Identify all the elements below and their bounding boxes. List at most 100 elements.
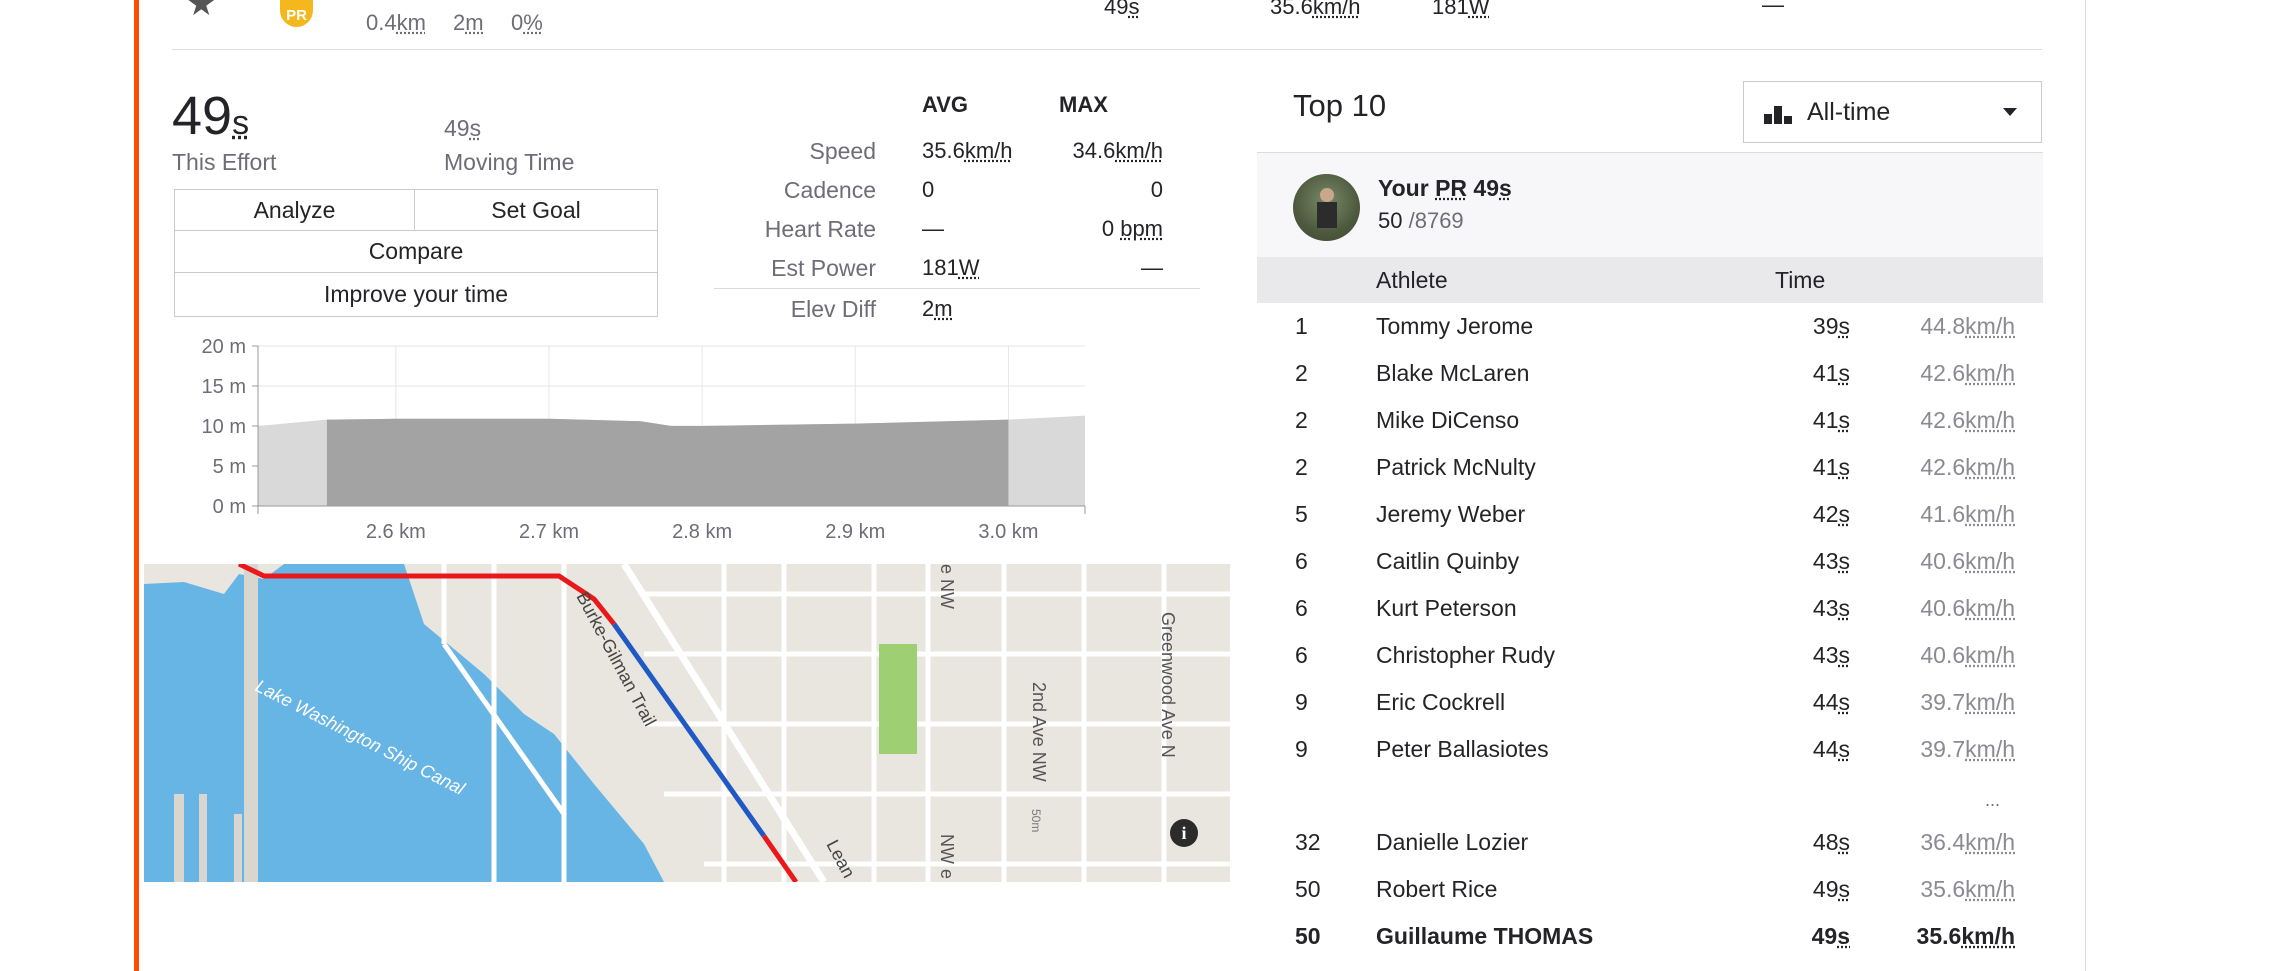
- bar-chart-icon: [1764, 102, 1800, 124]
- rank: 6: [1295, 642, 1308, 668]
- route-line-end: [761, 834, 799, 882]
- map-label-trail: Burke-Gilman Trail: [572, 588, 660, 729]
- heart-rate-avg: —: [922, 216, 944, 241]
- athlete-name[interactable]: Kurt Peterson: [1376, 585, 1517, 632]
- leaderboard-row[interactable]: 5 Jeremy Weber 42s 41.6km/h: [1257, 491, 2043, 538]
- athlete-name[interactable]: Christopher Rudy: [1376, 632, 1555, 679]
- athlete-name[interactable]: Peter Ballasiotes: [1376, 726, 1549, 773]
- improve-time-button[interactable]: Improve your time: [174, 272, 658, 317]
- athlete-time: 44s: [1812, 736, 1850, 762]
- athlete-name[interactable]: Caitlin Quinby: [1376, 538, 1519, 585]
- leaderboard-row[interactable]: 6 Christopher Rudy 43s 40.6km/h: [1257, 632, 2043, 679]
- athlete-time: 42s: [1812, 501, 1850, 527]
- leaderboard-row[interactable]: 2 Blake McLaren 41s 42.6km/h: [1257, 350, 2043, 397]
- leaderboard-row[interactable]: 6 Kurt Peterson 43s 40.6km/h: [1257, 585, 2043, 632]
- segment-grade: 0%: [511, 10, 543, 35]
- athlete-time: 43s: [1812, 642, 1850, 668]
- map-label-2nd-ave: 2nd Ave NW: [1029, 682, 1049, 782]
- max-header: MAX: [1059, 92, 1108, 117]
- analyze-button[interactable]: Analyze: [174, 189, 415, 231]
- athlete-name[interactable]: Patrick McNulty: [1376, 444, 1536, 491]
- pr-badge: PR: [280, 0, 313, 27]
- cadence-avg: 0: [922, 177, 935, 202]
- leaderboard-row[interactable]: 6 Caitlin Quinby 43s 40.6km/h: [1257, 538, 2043, 585]
- leaderboard-row[interactable]: 9 Peter Ballasiotes 44s 39.7km/h: [1257, 726, 2043, 773]
- y-tick-label: 20 m: [202, 336, 246, 358]
- x-tick-label: 2.6 km: [366, 521, 426, 543]
- top-time: 49s: [1104, 0, 1140, 19]
- athlete-name[interactable]: Eric Cockrell: [1376, 679, 1505, 726]
- athlete-speed: 40.6km/h: [1920, 595, 2015, 621]
- x-tick-label: 2.8 km: [672, 521, 732, 543]
- map-label-small: 50m: [1029, 809, 1043, 832]
- star-icon[interactable]: ★: [186, 0, 216, 24]
- rank: 9: [1295, 689, 1308, 715]
- athlete-name[interactable]: Tommy Jerome: [1376, 303, 1533, 350]
- y-tick-label: 0 m: [213, 496, 246, 518]
- est-power-label: Est Power: [771, 255, 876, 281]
- time-header[interactable]: Time: [1775, 267, 1825, 294]
- elev-diff-value: 2m: [922, 296, 953, 321]
- y-tick-label: 5 m: [213, 456, 246, 478]
- athlete-time: 41s: [1812, 360, 1850, 386]
- athlete-speed: 42.6km/h: [1920, 454, 2015, 480]
- athlete-speed: 44.8km/h: [1920, 313, 2015, 339]
- avatar[interactable]: [1293, 174, 1360, 241]
- map-label-ave: e NW: [937, 564, 957, 609]
- leaderboard-ellipsis: ...: [1985, 790, 2001, 810]
- athlete-time: 41s: [1812, 407, 1850, 433]
- info-icon[interactable]: i: [1170, 819, 1198, 847]
- leaderboard-row[interactable]: 50 Robert Rice 49s 35.6km/h: [1257, 866, 2043, 913]
- segment-map[interactable]: Lake Washington Ship Canal Burke-Gilman …: [144, 564, 1230, 882]
- leaderboard-row[interactable]: 1 Tommy Jerome 39s 44.8km/h: [1257, 303, 2043, 350]
- leaderboard-row[interactable]: 2 Patrick McNulty 41s 42.6km/h: [1257, 444, 2043, 491]
- rank: 2: [1295, 454, 1308, 480]
- athlete-time: 43s: [1812, 595, 1850, 621]
- rank: 2: [1295, 360, 1308, 386]
- athlete-time: 44s: [1812, 689, 1850, 715]
- segment-elevation: 2m: [453, 10, 484, 35]
- elev-diff-label: Elev Diff: [790, 296, 876, 322]
- x-tick-label: 2.7 km: [519, 521, 579, 543]
- cadence-max: 0: [1150, 177, 1163, 202]
- athlete-name[interactable]: Mike DiCenso: [1376, 397, 1519, 444]
- athlete-name[interactable]: Robert Rice: [1376, 866, 1497, 913]
- leaderboard-title: Top 10: [1293, 88, 1387, 123]
- moving-time-label: Moving Time: [444, 149, 575, 175]
- accent-bar: [134, 0, 139, 971]
- athlete-name[interactable]: Guillaume THOMAS: [1376, 913, 1593, 960]
- athlete-speed: 42.6km/h: [1920, 407, 2015, 433]
- speed-label: Speed: [809, 138, 876, 164]
- leaderboard-row[interactable]: 50 Guillaume THOMAS 49s 35.6km/h: [1257, 913, 2043, 960]
- elevation-chart: 20 m 15 m 10 m 5 m 0 m 2.6 km 2.7 km 2.8 km 2.9 …: [202, 336, 1086, 543]
- divider: [172, 49, 2042, 50]
- athlete-time: 49s: [1811, 923, 1850, 949]
- rank: 32: [1295, 829, 1321, 855]
- compare-button[interactable]: Compare: [174, 230, 658, 273]
- moving-time: 49s: [444, 115, 482, 141]
- effort-time: 49s: [172, 86, 250, 146]
- heart-rate-max: 0 bpm: [1101, 216, 1163, 241]
- athlete-speed: 39.7km/h: [1920, 736, 2015, 762]
- athlete-header[interactable]: Athlete: [1376, 267, 1448, 294]
- rank: 50: [1295, 876, 1321, 902]
- leaderboard-row[interactable]: 9 Eric Cockrell 44s 39.7km/h: [1257, 679, 2043, 726]
- athlete-name[interactable]: Danielle Lozier: [1376, 819, 1528, 866]
- set-goal-button[interactable]: Set Goal: [414, 189, 658, 231]
- rank: 9: [1295, 736, 1308, 762]
- athlete-name[interactable]: Jeremy Weber: [1376, 491, 1525, 538]
- athlete-name[interactable]: Blake McLaren: [1376, 350, 1529, 397]
- timeframe-dropdown[interactable]: All-time: [1743, 81, 2042, 143]
- your-pr-label: Your PR 49s: [1378, 175, 1512, 201]
- cadence-label: Cadence: [783, 177, 876, 203]
- x-tick-label: 3.0 km: [978, 521, 1038, 543]
- leaderboard-row[interactable]: 32 Danielle Lozier 48s 36.4km/h: [1257, 819, 2043, 866]
- top-heart-rate: —: [1762, 0, 1784, 17]
- leaderboard-header: Athlete Time: [1257, 257, 2043, 303]
- rank: 5: [1295, 501, 1308, 527]
- avg-header: AVG: [922, 92, 969, 117]
- athlete-speed: 41.6km/h: [1920, 501, 2015, 527]
- rank: 1: [1295, 313, 1308, 339]
- athlete-speed: 35.6km/h: [1916, 923, 2015, 949]
- leaderboard-row[interactable]: 2 Mike DiCenso 41s 42.6km/h: [1257, 397, 2043, 444]
